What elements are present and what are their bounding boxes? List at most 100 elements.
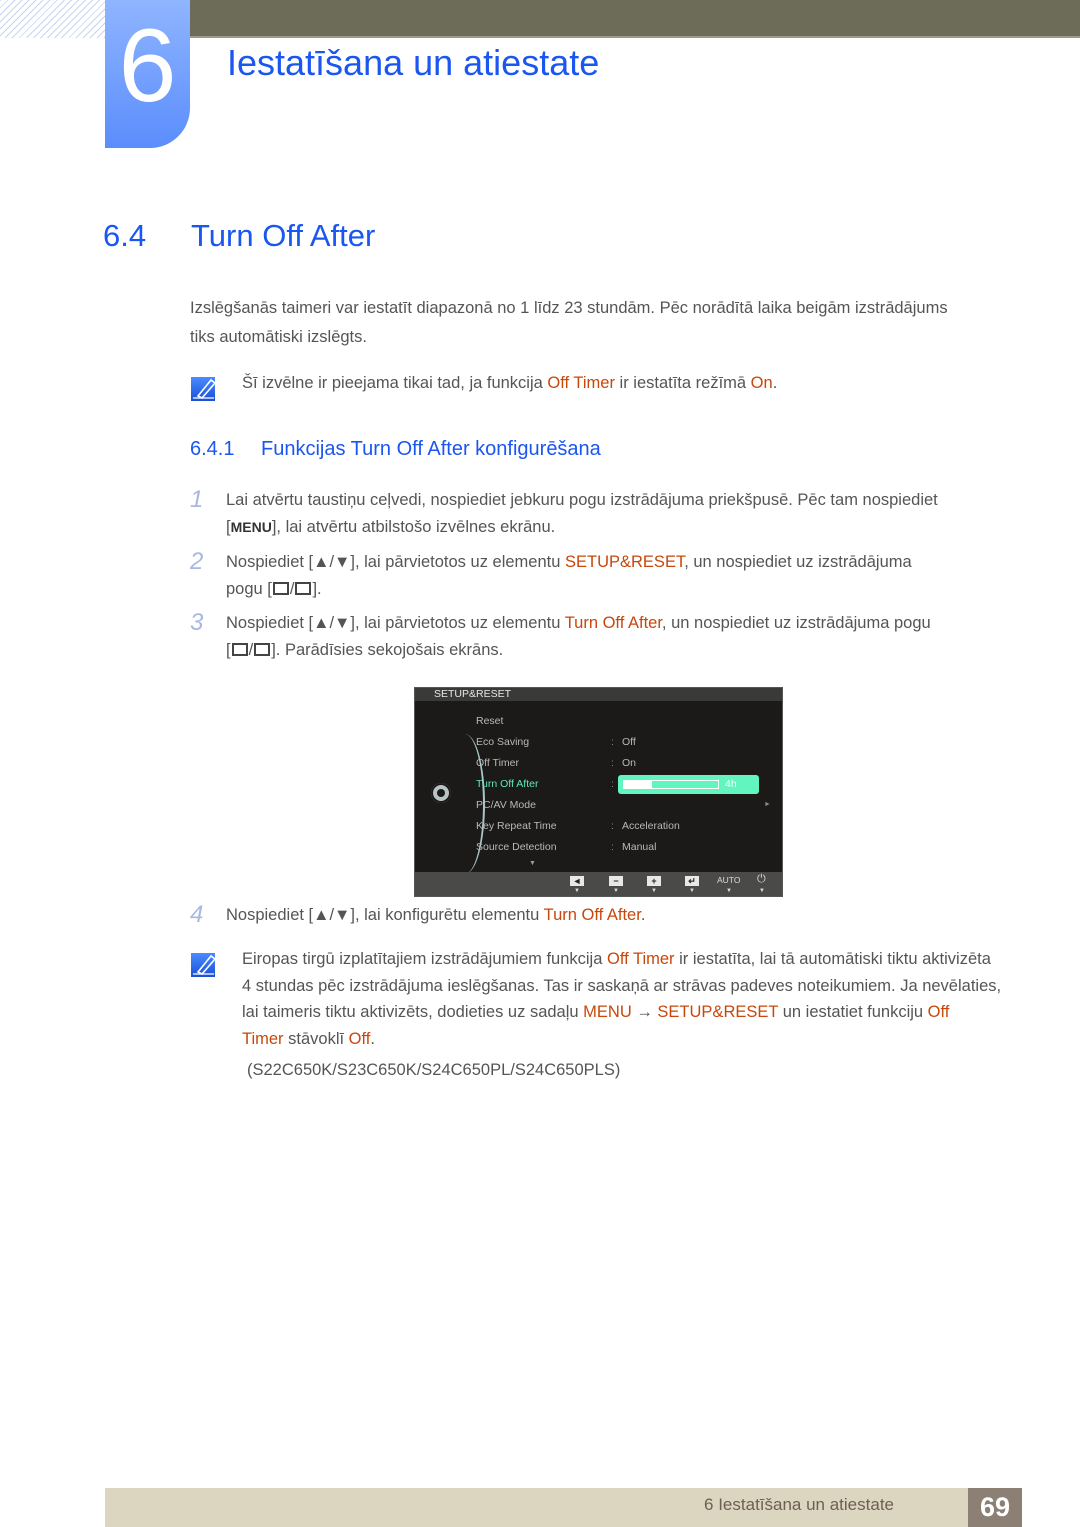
note-text: . bbox=[772, 374, 778, 392]
gear-icon bbox=[431, 783, 451, 803]
osd-item-turn-off-after[interactable]: Turn Off After : 4h bbox=[476, 775, 776, 794]
header-hatch-decoration bbox=[0, 0, 105, 38]
step-number-2: 2 bbox=[190, 548, 204, 575]
note-text: stāvoklī bbox=[283, 1029, 349, 1048]
page-number: 69 bbox=[968, 1488, 1022, 1527]
note-text: Šī izvēlne ir pieejama tikai tad, ja fun… bbox=[242, 374, 548, 392]
step-3: Nospiediet [▲/▼], lai pārvietotos uz ele… bbox=[226, 610, 1016, 664]
minus-button-icon[interactable]: − bbox=[609, 876, 623, 886]
highlight-setup-reset: SETUP&RESET bbox=[657, 1003, 779, 1021]
highlight-turn-off-after: Turn Off After bbox=[543, 906, 641, 924]
step-1-line-2: [MENU], lai atvērtu atbilstošo izvēlnes … bbox=[226, 514, 1016, 541]
auto-button[interactable]: AUTO bbox=[717, 875, 740, 885]
enter-button-icon bbox=[254, 643, 271, 656]
slider-track bbox=[623, 780, 719, 789]
step-number-3: 3 bbox=[190, 609, 204, 636]
button-indicator-icon: ▼ bbox=[574, 888, 580, 894]
highlight-off: Off bbox=[927, 1003, 950, 1021]
power-icon[interactable]: ⏻ bbox=[757, 873, 766, 886]
step-number-4: 4 bbox=[190, 901, 204, 928]
step-text: pogu [ bbox=[226, 580, 272, 598]
osd-colon: : bbox=[611, 736, 614, 748]
osd-item-eco-saving[interactable]: Eco Saving : Off bbox=[476, 733, 776, 751]
step-text: , un nospiediet uz izstrādājuma bbox=[684, 553, 912, 571]
step-text: ], lai atvērtu atbilstošo izvēlnes ekrān… bbox=[271, 518, 556, 536]
osd-colon: : bbox=[611, 820, 614, 832]
arrow-right-icon: → bbox=[631, 1003, 658, 1021]
step-text: [ bbox=[226, 641, 231, 659]
osd-item-label: Key Repeat Time bbox=[476, 820, 557, 832]
osd-menu-screenshot: SETUP&RESET Reset Eco Saving : Off Off T… bbox=[414, 687, 783, 897]
subsection-title: Funkcijas Turn Off After konfigurēšana bbox=[261, 438, 601, 460]
step-3-line-1: Nospiediet [▲/▼], lai pārvietotos uz ele… bbox=[226, 610, 1016, 637]
turn-off-after-slider[interactable]: 4h bbox=[618, 775, 759, 794]
enter-button-icon bbox=[295, 582, 312, 595]
note-2-line-2: 4 stundas pēc izstrādājuma ieslēgšanas. … bbox=[242, 976, 1002, 995]
step-text: ]. bbox=[312, 580, 322, 598]
osd-item-source-detection[interactable]: Source Detection : Manual bbox=[476, 838, 776, 856]
highlight-turn-off-after: Turn Off After bbox=[564, 614, 662, 632]
left-button-icon[interactable]: ◄ bbox=[570, 876, 584, 886]
osd-item-value: Off bbox=[622, 736, 636, 748]
note-highlight-off-timer: Off Timer bbox=[547, 374, 615, 392]
note-eu-market: Eiropas tirgū izplatītajiem izstrādājumi… bbox=[242, 946, 1022, 1084]
step-text: Nospiediet [▲/▼], lai pārvietotos uz ele… bbox=[226, 553, 565, 571]
osd-item-value: Acceleration bbox=[622, 820, 680, 832]
osd-button-guide: ◄ ▼ − ▼ + ▼ ↵ ▼ AUTO ▼ ⏻ ▼ bbox=[415, 872, 782, 896]
step-2-line-2: pogu [/]. bbox=[226, 580, 322, 598]
note-text: lai taimeris tiktu aktivizēts, dodieties… bbox=[242, 1003, 584, 1021]
osd-colon: : bbox=[611, 841, 614, 853]
osd-item-key-repeat-time[interactable]: Key Repeat Time : Acceleration bbox=[476, 817, 776, 835]
highlight-off-timer: Off Timer bbox=[606, 950, 675, 968]
osd-item-label: Off Timer bbox=[476, 757, 519, 769]
chapter-number: 6 bbox=[118, 8, 177, 124]
footer-chapter-label: 6 Iestatīšana un atiestate bbox=[704, 1495, 894, 1514]
note-pencil-icon bbox=[191, 953, 217, 977]
plus-button-icon[interactable]: + bbox=[647, 876, 661, 886]
button-indicator-icon: ▼ bbox=[759, 888, 765, 894]
header-bar bbox=[190, 0, 1080, 38]
note-2-line-3: lai taimeris tiktu aktivizēts, dodieties… bbox=[242, 999, 1022, 1026]
section-title: Turn Off After bbox=[191, 218, 376, 253]
chapter-title: Iestatīšana un atiestate bbox=[227, 42, 600, 83]
step-text: Nospiediet [▲/▼], lai pārvietotos uz ele… bbox=[226, 614, 565, 632]
intro-line-2: tiks automātiski izslēgts. bbox=[190, 328, 367, 346]
step-2-line-1: Nospiediet [▲/▼], lai pārvietotos uz ele… bbox=[226, 549, 1016, 576]
osd-item-label: Source Detection bbox=[476, 841, 557, 853]
step-number-1: 1 bbox=[190, 486, 204, 513]
osd-item-reset[interactable]: Reset bbox=[476, 712, 776, 730]
osd-item-label: PC/AV Mode bbox=[476, 799, 536, 811]
slider-fill bbox=[624, 781, 653, 788]
osd-item-label: Turn Off After bbox=[476, 778, 539, 790]
osd-item-off-timer[interactable]: Off Timer : On bbox=[476, 754, 776, 772]
highlight-timer: Timer bbox=[242, 1029, 284, 1048]
note-2-line-1: Eiropas tirgū izplatītajiem izstrādājumi… bbox=[242, 946, 1022, 973]
note-availability: Šī izvēlne ir pieejama tikai tad, ja fun… bbox=[242, 369, 1062, 398]
source-button-icon bbox=[272, 582, 289, 595]
section-number: 6.4 bbox=[103, 218, 147, 253]
scroll-down-indicator-icon: ▼ bbox=[529, 860, 536, 867]
osd-item-pc-av-mode[interactable]: PC/AV Mode ► bbox=[476, 796, 776, 814]
submenu-arrow-icon: ► bbox=[764, 801, 771, 808]
section-heading: 6.4 Turn Off After bbox=[103, 218, 375, 254]
osd-item-value: On bbox=[622, 757, 637, 769]
osd-item-label: Reset bbox=[476, 715, 504, 727]
slider-value: 4h bbox=[725, 778, 737, 790]
step-3-line-2: [/]. Parādīsies sekojošais ekrāns. bbox=[226, 641, 504, 659]
step-1-line-1: Lai atvērtu taustiņu ceļvedi, nospiediet… bbox=[226, 491, 938, 509]
button-indicator-icon: ▼ bbox=[726, 888, 732, 894]
highlight-off: Off bbox=[348, 1029, 371, 1048]
model-list: (S22C650K/S23C650K/S24C650PL/S24C650PLS) bbox=[247, 1061, 621, 1079]
highlight-setup-reset: SETUP&RESET bbox=[565, 553, 685, 571]
source-button-icon bbox=[231, 643, 248, 656]
note-2-line-4: Timer stāvoklī Off. bbox=[242, 1026, 1022, 1053]
osd-header: SETUP&RESET bbox=[415, 688, 782, 701]
note-text: un iestatiet funkciju bbox=[778, 1003, 928, 1021]
step-1: Lai atvērtu taustiņu ceļvedi, nospiediet… bbox=[226, 487, 1016, 541]
step-text: ]. Parādīsies sekojošais ekrāns. bbox=[271, 641, 504, 659]
note-text: ir iestatīta režīmā bbox=[614, 374, 751, 392]
chapter-tab: 6 bbox=[105, 0, 190, 148]
enter-button-icon[interactable]: ↵ bbox=[685, 876, 699, 886]
button-indicator-icon: ▼ bbox=[689, 888, 695, 894]
subsection-heading: 6.4.1 Funkcijas Turn Off After konfigurēš… bbox=[190, 438, 601, 461]
